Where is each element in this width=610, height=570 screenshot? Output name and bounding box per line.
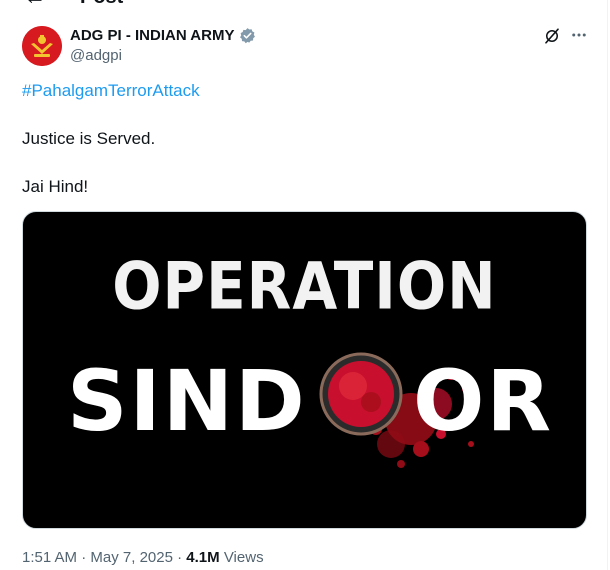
- views-label: Views: [223, 549, 264, 566]
- sindoor-bowl-graphic: [311, 352, 474, 468]
- image-text-sind: SIND: [67, 352, 307, 450]
- verified-badge-icon: [240, 28, 256, 44]
- grok-icon[interactable]: [543, 27, 561, 45]
- army-emblem-icon: [22, 26, 62, 66]
- hashtag-link[interactable]: #PahalgamTerrorAttack: [22, 81, 200, 101]
- avatar[interactable]: [22, 26, 62, 66]
- meta-separator: ·: [77, 549, 91, 566]
- views-count: 4.1M: [186, 549, 220, 566]
- tweet-date[interactable]: May 7, 2025: [90, 549, 173, 566]
- meta-separator: ·: [172, 549, 187, 566]
- top-bar: ← Post: [0, 0, 610, 14]
- image-text-operation: OPERATION: [112, 247, 497, 325]
- tweet-meta: 1:51 AM · May 7, 2025 · 4.1M Views: [22, 549, 264, 566]
- tweet-media-image[interactable]: OPERATION SIND OR: [22, 211, 587, 529]
- more-icon[interactable]: [570, 26, 588, 44]
- image-text-or: OR: [413, 352, 554, 450]
- author-display-name[interactable]: ADG PI - INDIAN ARMY: [70, 27, 234, 44]
- author-handle[interactable]: @adgpi: [70, 47, 122, 64]
- tweet-text-line: Jai Hind!: [22, 177, 89, 196]
- tweet-time[interactable]: 1:51 AM: [22, 549, 77, 566]
- page-title: Post: [80, 0, 123, 9]
- column-divider: [607, 0, 608, 570]
- tweet-text-line: Justice is Served.: [22, 129, 156, 148]
- author-name-row: ADG PI - INDIAN ARMY: [70, 27, 256, 44]
- back-arrow-icon[interactable]: ←: [24, 0, 46, 10]
